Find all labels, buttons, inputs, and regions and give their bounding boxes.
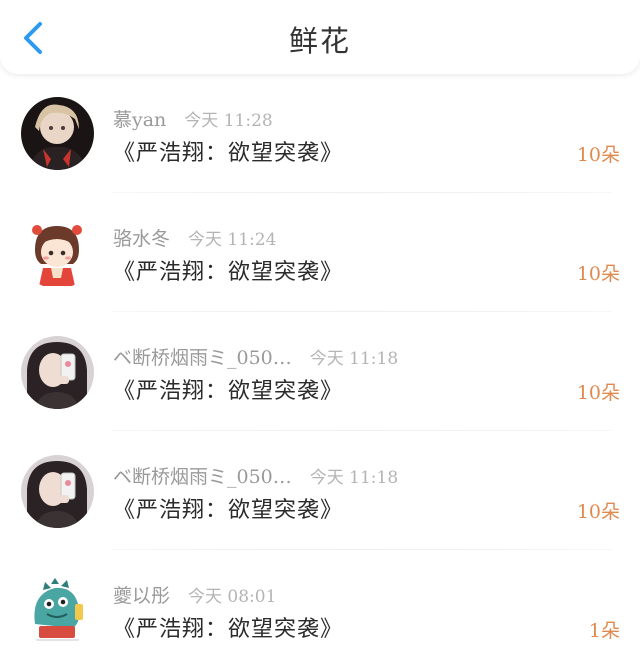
top-bar: 鲜花 [0, 0, 640, 74]
row-meta: ベ断桥烟雨ミ_050… 今天 11:18 [113, 343, 398, 370]
username[interactable]: ベ断桥烟雨ミ_050… [113, 466, 292, 488]
username[interactable]: 骆水冬 [113, 228, 170, 250]
username[interactable]: 慕yan [113, 109, 166, 131]
timestamp: 今天 11:24 [188, 230, 277, 250]
flower-count: 10朵 [576, 382, 620, 404]
book-title[interactable]: 《严浩翔：欲望突袭》 [113, 611, 343, 643]
page-title: 鲜花 [288, 24, 351, 58]
avatar[interactable] [21, 97, 94, 170]
flower-count: 1朵 [588, 620, 620, 642]
list-item[interactable]: 骆水冬 今天 11:24 《严浩翔：欲望突袭》 10朵 [0, 193, 640, 312]
book-title[interactable]: 《严浩翔：欲望突袭》 [113, 135, 343, 167]
avatar[interactable] [21, 336, 94, 409]
timestamp: 今天 11:28 [184, 111, 273, 131]
timestamp: 今天 11:18 [309, 349, 399, 369]
row-meta: ベ断桥烟雨ミ_050… 今天 11:18 [113, 462, 398, 489]
list-item[interactable]: 夔以彤 今天 08:01 《严浩翔：欲望突袭》 1朵 [0, 550, 640, 669]
flower-count: 10朵 [576, 263, 620, 285]
flower-count: 10朵 [576, 501, 620, 523]
row-meta: 慕yan 今天 11:28 [113, 105, 273, 132]
list-item[interactable]: ベ断桥烟雨ミ_050… 今天 11:18 《严浩翔：欲望突袭》 10朵 [0, 312, 640, 431]
book-title[interactable]: 《严浩翔：欲望突袭》 [113, 254, 343, 286]
timestamp: 今天 08:01 [188, 587, 277, 607]
username[interactable]: ベ断桥烟雨ミ_050… [113, 347, 292, 369]
book-title[interactable]: 《严浩翔：欲望突袭》 [113, 373, 343, 405]
book-title[interactable]: 《严浩翔：欲望突袭》 [113, 492, 343, 524]
row-meta: 夔以彤 今天 08:01 [113, 581, 276, 608]
username[interactable]: 夔以彤 [113, 585, 170, 607]
flower-count: 10朵 [576, 144, 620, 166]
avatar[interactable] [21, 455, 94, 528]
list-item[interactable]: 慕yan 今天 11:28 《严浩翔：欲望突袭》 10朵 [0, 74, 640, 193]
list-item[interactable]: ベ断桥烟雨ミ_050… 今天 11:18 《严浩翔：欲望突袭》 10朵 [0, 431, 640, 550]
avatar[interactable] [21, 216, 94, 289]
timestamp: 今天 11:18 [309, 468, 399, 488]
row-meta: 骆水冬 今天 11:24 [113, 224, 276, 251]
avatar[interactable] [21, 574, 94, 647]
